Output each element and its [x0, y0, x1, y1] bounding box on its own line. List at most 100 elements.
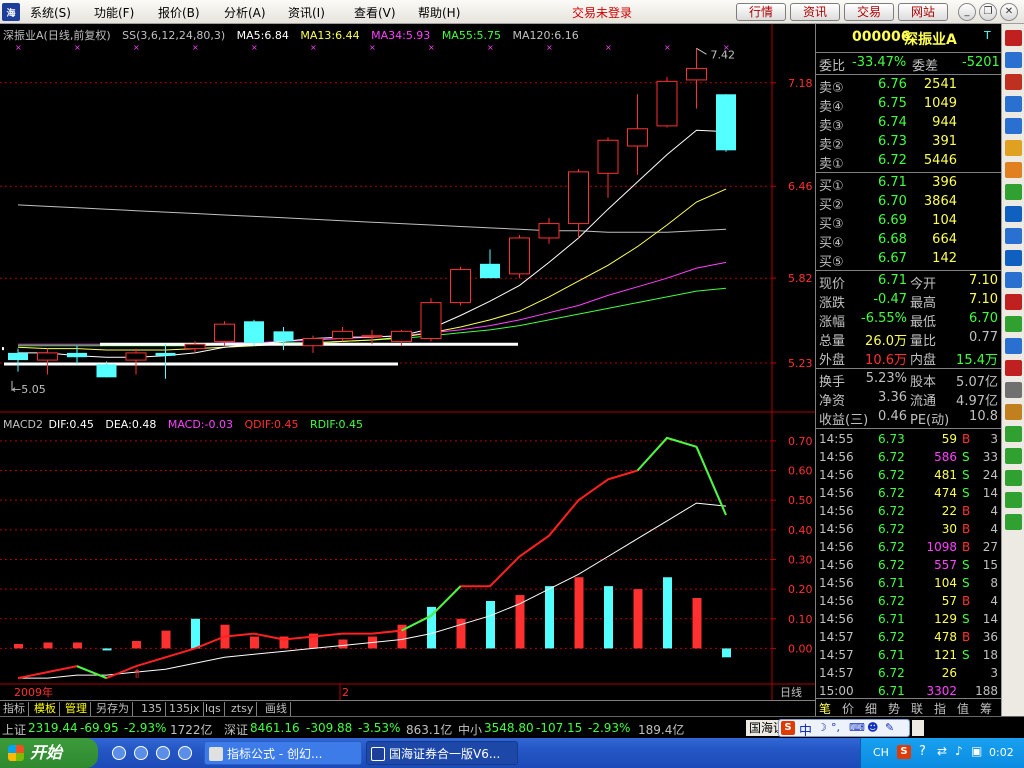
- alert-icon[interactable]: [1005, 360, 1022, 376]
- quote-tab-6[interactable]: 值: [957, 700, 969, 717]
- legend-rdif: RDIF:0.45: [310, 418, 364, 431]
- trade-status[interactable]: 交易未登录: [572, 4, 632, 21]
- rsi-icon[interactable]: [1005, 294, 1022, 310]
- tray-sogou-icon[interactable]: S: [897, 745, 911, 759]
- tick-row: 14:56 6.71 129 S 14: [816, 611, 1001, 629]
- task-formula-editor[interactable]: 指标公式 - 创幻...: [204, 741, 362, 765]
- list-icon[interactable]: [1005, 96, 1022, 112]
- tick-price: 6.72: [878, 504, 905, 518]
- quote-tab-0[interactable]: 笔: [819, 700, 831, 717]
- tick-side: B: [962, 630, 971, 644]
- tick-count: 14: [982, 486, 998, 500]
- grid-icon[interactable]: [1005, 228, 1022, 244]
- chart-icon[interactable]: [1005, 30, 1022, 46]
- tick-volume: 478: [934, 630, 957, 644]
- rdif-segment: [636, 436, 697, 472]
- arrow-left-icon[interactable]: [1005, 448, 1022, 464]
- quote-tab-5[interactable]: 指: [934, 700, 946, 717]
- ask-level: 卖④: [819, 100, 844, 115]
- kline-chart-area[interactable]: 7.18 6.46 5.82 5.23 0.70 0.60 0.50 0.40 0.30 0.20…: [0, 24, 815, 700]
- people-icon[interactable]: [1005, 184, 1022, 200]
- tray-volume-icon[interactable]: ♪: [955, 744, 963, 758]
- ime-keyboard-icon[interactable]: ⌨: [849, 721, 865, 734]
- macd-bar: [663, 577, 672, 649]
- legend-ss: SS(3,6,12,24,80,3): [122, 29, 226, 42]
- tab-indicator[interactable]: 指标: [0, 702, 29, 716]
- ime-chinese-icon[interactable]: 中: [799, 720, 812, 739]
- ime-punct-icon[interactable]: °,: [831, 721, 840, 734]
- menu-info[interactable]: 资讯(I): [288, 4, 325, 21]
- table-icon[interactable]: [1005, 118, 1022, 134]
- window-icon[interactable]: [1005, 52, 1022, 68]
- menu-quote[interactable]: 报价(B): [158, 4, 200, 21]
- ime-toolbar[interactable]: S 中 ☽ °, ⌨ ☻ ✎: [778, 719, 910, 739]
- restore-icon[interactable]: ❐: [979, 3, 997, 21]
- quote-tab-1[interactable]: 价: [842, 700, 854, 717]
- tab-draw-line[interactable]: 画线: [262, 702, 291, 716]
- news-button[interactable]: 资讯: [790, 3, 840, 21]
- tab-lqs[interactable]: lqs: [202, 702, 225, 716]
- quicklaunch-icon-1[interactable]: [112, 746, 126, 760]
- quote-tab-2[interactable]: 细: [865, 700, 877, 717]
- tab-135jx[interactable]: 135jx: [166, 702, 204, 716]
- sheet-icon[interactable]: [1005, 338, 1022, 354]
- stat-label: 换手: [819, 375, 846, 390]
- tool-icon[interactable]: [1005, 382, 1022, 398]
- tab-save-as[interactable]: 另存为: [93, 702, 133, 716]
- folder-icon[interactable]: [1005, 140, 1022, 156]
- close-icon[interactable]: ✕: [1000, 3, 1018, 21]
- globe-icon[interactable]: [1005, 426, 1022, 442]
- bid-volume: 104: [932, 213, 957, 228]
- sogou-icon[interactable]: S: [781, 721, 795, 735]
- ime-user-icon[interactable]: ☻: [867, 721, 878, 734]
- tick-time: 14:57: [819, 648, 854, 662]
- trade-button[interactable]: 交易: [844, 3, 894, 21]
- tray-network-icon[interactable]: ⇄: [937, 744, 947, 758]
- weibi-value: -33.47%: [852, 55, 907, 70]
- menu-analysis[interactable]: 分析(A): [224, 4, 266, 21]
- table2-icon[interactable]: [1005, 316, 1022, 332]
- minimize-icon[interactable]: _: [958, 3, 976, 21]
- system-tray: CH S ? ⇄ ♪ ▣ 0:02: [860, 738, 1024, 768]
- arrow-down-icon[interactable]: [1005, 514, 1022, 530]
- tick-side: B: [962, 540, 971, 554]
- kline-icon[interactable]: [1005, 272, 1022, 288]
- menu-view[interactable]: 查看(V): [354, 4, 396, 21]
- mail-icon[interactable]: [1005, 162, 1022, 178]
- tab-135[interactable]: 135: [138, 702, 166, 716]
- menu-function[interactable]: 功能(F): [94, 4, 134, 21]
- menu-help[interactable]: 帮助(H): [418, 4, 460, 21]
- lang-indicator[interactable]: CH: [873, 746, 889, 759]
- quote-button[interactable]: 行情: [736, 3, 786, 21]
- sz-amount: 863.1亿: [406, 723, 453, 737]
- pen-icon[interactable]: [1005, 404, 1022, 420]
- tick-time: 14:56: [819, 558, 854, 572]
- quicklaunch-icon-2[interactable]: [134, 746, 148, 760]
- quote-tab-7[interactable]: 筹: [980, 700, 992, 717]
- start-button[interactable]: 开始: [0, 738, 98, 768]
- tray-help-icon[interactable]: ?: [919, 744, 926, 759]
- quicklaunch-icon-4[interactable]: [178, 746, 192, 760]
- tray-misc-icon[interactable]: ▣: [971, 744, 982, 758]
- tab-template[interactable]: 模板: [31, 702, 60, 716]
- quicklaunch-icon-3[interactable]: [156, 746, 170, 760]
- menu-bar: 海 系统(S) 功能(F) 报价(B) 分析(A) 资讯(I) 查看(V) 帮助…: [0, 0, 1024, 24]
- candle-body-up: [332, 330, 353, 340]
- menu-system[interactable]: 系统(S): [30, 4, 71, 21]
- stat-label: 股本: [910, 375, 937, 390]
- kline-chart-svg[interactable]: 7.18 6.46 5.82 5.23 0.70 0.60 0.50 0.40 0.30 0.20…: [0, 24, 815, 700]
- arrow-up-icon[interactable]: [1005, 492, 1022, 508]
- ime-tool-icon[interactable]: ✎: [885, 721, 894, 734]
- tab-ztsy[interactable]: ztsy: [228, 702, 258, 716]
- stat-row: 现价 6.71 今开 7.10: [816, 272, 1001, 292]
- quote-tab-3[interactable]: 势: [888, 700, 900, 717]
- website-button[interactable]: 网站: [898, 3, 948, 21]
- task-guohai-app[interactable]: 国海证券合一版V6...: [366, 741, 518, 765]
- quote-tab-4[interactable]: 联: [911, 700, 923, 717]
- bar-icon[interactable]: [1005, 74, 1022, 90]
- ime-moon-icon[interactable]: ☽: [817, 721, 827, 734]
- tab-manage[interactable]: 管理: [62, 702, 91, 716]
- etf-icon[interactable]: [1005, 250, 1022, 266]
- arrow-right-icon[interactable]: [1005, 470, 1022, 486]
- f10-icon[interactable]: [1005, 206, 1022, 222]
